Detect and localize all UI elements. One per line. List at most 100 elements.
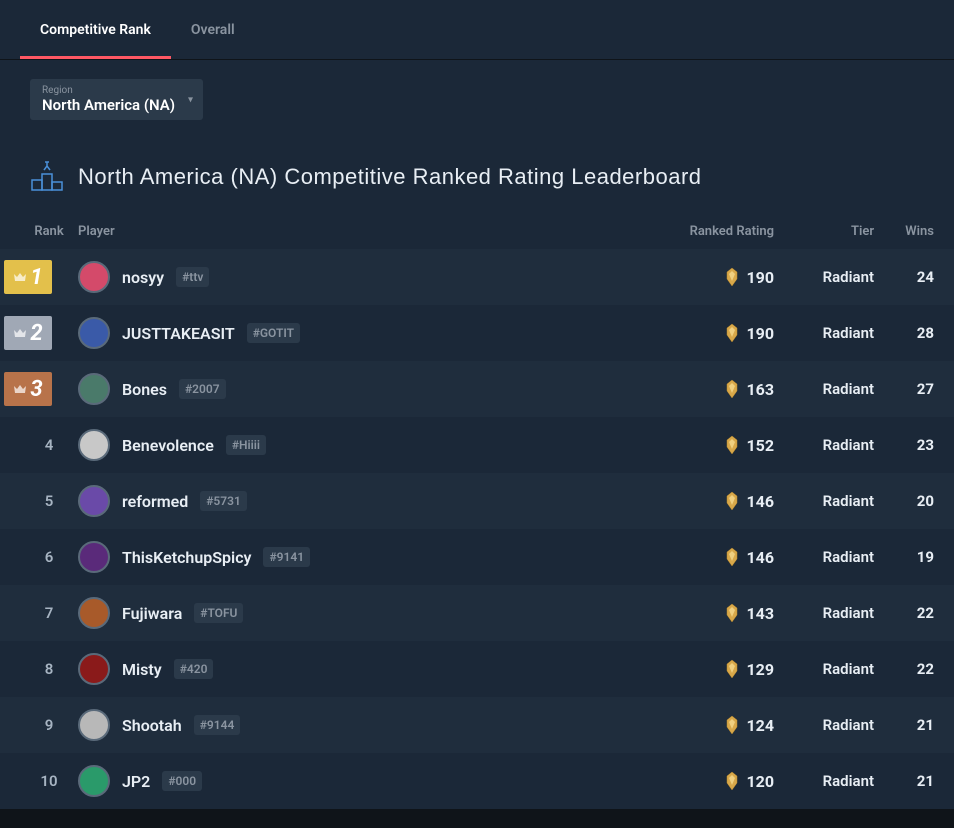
table-row[interactable]: 4Benevolence#Hiiii152Radiant23	[0, 417, 954, 473]
rating-value: 190	[746, 268, 774, 287]
chevron-down-icon: ▾	[188, 94, 193, 105]
rank-badge: 3	[4, 372, 52, 406]
player-cell: ThisKetchupSpicy #9141	[78, 541, 644, 573]
rank-badge: 1	[4, 260, 52, 294]
wins-value: 21	[874, 716, 934, 734]
tier-value: Radiant	[774, 604, 874, 622]
rating-value: 129	[746, 660, 774, 679]
wins-value: 20	[874, 492, 934, 510]
tab-bar: Competitive Rank Overall	[0, 0, 954, 60]
wins-value: 24	[874, 268, 934, 286]
region-dropdown[interactable]: Region North America (NA) ▾	[30, 79, 203, 120]
tier-value: Radiant	[774, 772, 874, 790]
table-row[interactable]: 2 JUSTTAKEASIT#GOTIT190Radiant28	[0, 305, 954, 361]
rating-icon	[724, 435, 740, 455]
avatar	[78, 261, 110, 293]
col-header-wins: Wins	[874, 224, 934, 239]
player-name[interactable]: Shootah	[122, 716, 182, 735]
avatar	[78, 541, 110, 573]
player-cell: JP2 #000	[78, 765, 644, 797]
player-cell: Benevolence#Hiiii	[78, 429, 644, 461]
rating-cell: 146	[644, 491, 774, 511]
table-body: 1nosyy#ttv190Radiant242JUSTTAKEASIT#GOTI…	[0, 249, 954, 809]
player-tag: #ttv	[176, 267, 209, 287]
tier-value: Radiant	[774, 268, 874, 286]
avatar	[78, 317, 110, 349]
player-name[interactable]: nosyy	[122, 268, 164, 287]
col-header-player: Player	[78, 224, 644, 239]
wins-value: 23	[874, 436, 934, 454]
avatar	[78, 709, 110, 741]
player-name[interactable]: reformed	[122, 492, 188, 511]
player-name[interactable]: Benevolence	[122, 436, 214, 455]
rating-value: 143	[746, 604, 774, 623]
player-tag: #000	[162, 771, 202, 791]
rating-value: 146	[746, 492, 774, 511]
table-row[interactable]: 9Shootah#9144 124Radiant21	[0, 697, 954, 753]
player-cell: reformed#5731	[78, 485, 644, 517]
region-section: Region North America (NA) ▾	[0, 60, 954, 130]
rating-cell: 190	[644, 323, 774, 343]
rating-icon	[724, 491, 740, 511]
rating-value: 146	[746, 548, 774, 567]
tab-overall[interactable]: Overall	[171, 0, 255, 59]
tier-value: Radiant	[774, 660, 874, 678]
rating-icon	[724, 323, 740, 343]
wins-value: 22	[874, 660, 934, 678]
rating-cell: 129	[644, 659, 774, 679]
rating-value: 124	[746, 716, 774, 735]
rank-number: 10	[20, 772, 78, 790]
player-tag: #TOFU	[194, 603, 243, 623]
player-name[interactable]: JUSTTAKEASIT	[122, 324, 235, 343]
rating-value: 163	[746, 380, 774, 399]
leaderboard-container: Competitive Rank Overall Region North Am…	[0, 0, 954, 809]
player-cell: JUSTTAKEASIT#GOTIT	[78, 317, 644, 349]
rating-icon	[724, 379, 740, 399]
rating-cell: 143	[644, 603, 774, 623]
rating-cell: 163	[644, 379, 774, 399]
region-value: North America (NA)	[42, 96, 175, 114]
podium-icon	[30, 160, 64, 194]
player-name[interactable]: Misty	[122, 660, 162, 679]
player-name[interactable]: Bones	[122, 380, 167, 399]
avatar	[78, 765, 110, 797]
tier-value: Radiant	[774, 716, 874, 734]
rating-cell: 190	[644, 267, 774, 287]
player-name[interactable]: Fujiwara	[122, 604, 182, 623]
rank-number: 9	[20, 716, 78, 734]
rank-number: 6	[20, 548, 78, 566]
player-cell: Fujiwara #TOFU	[78, 597, 644, 629]
table-row[interactable]: 5reformed#5731146Radiant20	[0, 473, 954, 529]
table-row[interactable]: 1 nosyy #ttv 190Radiant24	[0, 249, 954, 305]
col-header-rank: Rank	[20, 224, 78, 239]
table-row[interactable]: 6ThisKetchupSpicy#9141146Radiant19	[0, 529, 954, 585]
player-tag: #2007	[179, 379, 226, 399]
leaderboard-heading: North America (NA) Competitive Ranked Ra…	[0, 130, 954, 214]
tier-value: Radiant	[774, 436, 874, 454]
rating-icon	[724, 715, 740, 735]
rating-icon	[724, 659, 740, 679]
tab-competitive-rank[interactable]: Competitive Rank	[20, 0, 171, 59]
player-tag: #9141	[263, 547, 310, 567]
player-tag: #420	[174, 659, 214, 679]
tier-value: Radiant	[774, 548, 874, 566]
tier-value: Radiant	[774, 324, 874, 342]
player-cell: Shootah#9144	[78, 709, 644, 741]
table-row[interactable]: 3Bones#2007163Radiant27	[0, 361, 954, 417]
table-header: Rank Player Ranked Rating Tier Wins	[0, 214, 954, 249]
rank-badge: 2	[4, 316, 52, 350]
avatar	[78, 485, 110, 517]
rank-number: 2	[30, 321, 42, 346]
player-cell: Misty #420	[78, 653, 644, 685]
rating-icon	[724, 547, 740, 567]
table-row[interactable]: 8Misty#420129Radiant22	[0, 641, 954, 697]
rating-icon	[724, 771, 740, 791]
wins-value: 28	[874, 324, 934, 342]
rating-icon	[724, 603, 740, 623]
table-row[interactable]: 7Fujiwara#TOFU143Radiant22	[0, 585, 954, 641]
player-name[interactable]: JP2	[122, 772, 150, 791]
table-row[interactable]: 10JP2#000120Radiant21	[0, 753, 954, 809]
rating-cell: 120	[644, 771, 774, 791]
player-name[interactable]: ThisKetchupSpicy	[122, 548, 251, 567]
rating-icon	[724, 267, 740, 287]
